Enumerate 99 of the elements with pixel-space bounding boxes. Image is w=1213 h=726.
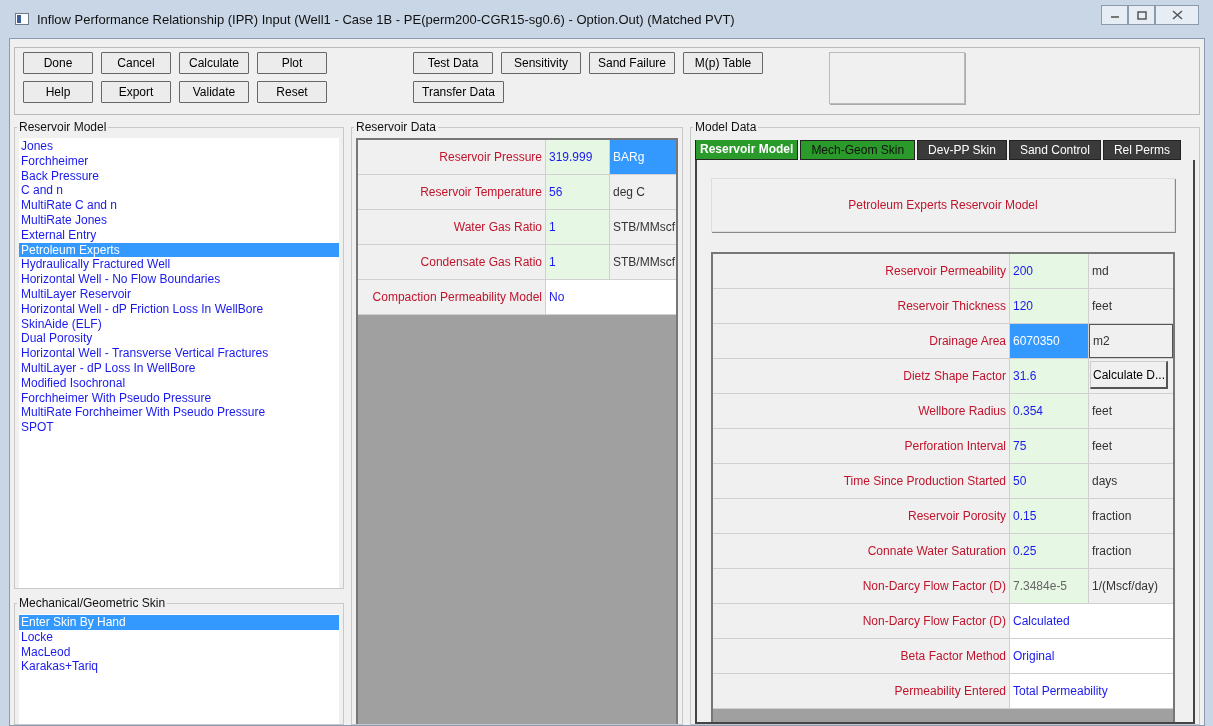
value-field[interactable]: 56 [546,175,610,209]
field-label: Reservoir Pressure [358,140,546,174]
close-icon [1171,10,1183,20]
field-label: Permeability Entered [713,674,1010,708]
list-item[interactable]: C and n [19,183,339,199]
field-label: Compaction Permeability Model [358,280,546,314]
close-button[interactable] [1155,5,1199,25]
unit-selector[interactable]: deg C [610,175,676,209]
list-item[interactable]: Forchheimer [19,153,339,169]
unit-selector[interactable]: fraction [1089,534,1173,568]
value-field[interactable]: 0.15 [1010,499,1089,533]
tab[interactable]: Dev-PP Skin [917,140,1007,160]
value-field[interactable]: 319.999 [546,140,610,174]
field-label: Beta Factor Method [713,639,1010,673]
list-item[interactable]: Locke [19,629,339,645]
calculate-button[interactable]: Calculate D... [1090,361,1168,389]
list-item[interactable]: SkinAide (ELF) [19,316,339,332]
list-item[interactable]: Back Pressure [19,168,339,184]
list-item[interactable]: MultiRate C and n [19,198,339,213]
field-label: Non-Darcy Flow Factor (D) [713,604,1010,638]
list-item[interactable]: SPOT [19,420,339,435]
unit-selector[interactable]: STB/MMscf [610,245,676,279]
list-item[interactable]: Jones [19,139,339,154]
list-item[interactable]: MacLeod [19,644,339,660]
toolbar-button[interactable]: Calculate [179,52,249,74]
toolbar-button[interactable]: Test Data [413,52,493,74]
field-label: Reservoir Temperature [358,175,546,209]
maximize-icon [1136,10,1147,20]
field-label: Time Since Production Started [713,464,1010,498]
tab[interactable]: Rel Perms [1102,140,1181,160]
toolbar-button[interactable]: Plot [257,52,327,74]
value-field[interactable]: 120 [1010,289,1089,323]
group-title: Reservoir Model [17,120,109,134]
toolbar-button[interactable]: Cancel [101,52,171,74]
field-label: Wellbore Radius [713,394,1010,428]
toolbar-button[interactable]: Help [23,81,93,103]
list-item[interactable]: Dual Porosity [19,331,339,347]
list-item[interactable]: MultiRate Jones [19,213,339,228]
unit-selector[interactable]: feet [1089,289,1173,323]
unit-selector[interactable]: feet [1089,429,1173,463]
list-item[interactable]: Karakas+Tariq [19,659,339,675]
field-label: Dietz Shape Factor [713,359,1010,393]
toolbar-button[interactable]: Reset [257,81,327,103]
field-label: Connate Water Saturation [713,534,1010,568]
toolbar-button[interactable]: Validate [179,81,249,103]
list-item[interactable]: Modified Isochronal [19,375,339,391]
unit-selector[interactable]: 1/(Mscf/day) [1089,569,1173,603]
value-field[interactable]: 1 [546,245,610,279]
group-title: Model Data [693,120,759,134]
model-heading: Petroleum Experts Reservoir Model [711,178,1175,232]
unit-selector[interactable]: feet [1089,394,1173,428]
field-label: Condensate Gas Ratio [358,245,546,279]
field-label: Perforation Interval [713,429,1010,463]
tab[interactable]: Reservoir Model [695,140,799,160]
value-field[interactable]: 200 [1010,254,1089,288]
value-field[interactable]: 1 [546,210,610,244]
toolbar-button[interactable]: Sand Failure [589,52,676,74]
value-field[interactable]: 50 [1010,464,1089,498]
list-item[interactable]: MultiLayer Reservoir [19,286,339,302]
list-item[interactable]: MultiRate Forchheimer With Pseudo Pressure [19,405,339,421]
list-item[interactable]: MultiLayer - dP Loss In WellBore [19,360,339,376]
window-title: Inflow Performance Relationship (IPR) Input (Well1 - Case 1B - PE(perm200-CGR15-sg0.6) - Option.Out) (Matched PVT) [37,11,736,27]
unit-selector[interactable]: fraction [1089,499,1173,533]
value-field[interactable]: 0.354 [1010,394,1089,428]
unit-selector[interactable]: md [1089,254,1173,288]
list-item[interactable]: External Entry [19,227,339,243]
toolbar-button[interactable]: Sensitivity [501,52,581,74]
field-label: Drainage Area [713,324,1010,358]
field-label: Reservoir Porosity [713,499,1010,533]
app-icon [15,13,29,25]
unit-selector[interactable]: STB/MMscf [610,210,676,244]
toolbar-button[interactable]: Done [23,52,93,74]
value-field[interactable]: 0.25 [1010,534,1089,568]
tab[interactable]: Mech-Geom Skin [800,140,916,160]
unit-selector[interactable]: m2 [1089,324,1173,358]
value-dropdown[interactable]: Calculated [1010,604,1173,638]
list-item[interactable]: Horizontal Well - No Flow Boundaries [19,272,339,287]
list-item[interactable]: Horizontal Well - dP Friction Loss In WellBore [19,301,339,317]
maximize-button[interactable] [1128,5,1155,25]
list-item[interactable]: Horizontal Well - Transverse Vertical Fractures [19,346,339,361]
toolbar-button[interactable]: M(p) Table [683,52,764,74]
group-title: Reservoir Data [354,120,439,134]
field-label: Reservoir Thickness [713,289,1010,323]
unit-selector[interactable]: days [1089,464,1173,498]
field-label: Non-Darcy Flow Factor (D) [713,569,1010,603]
toolbar-button[interactable]: Export [101,81,171,103]
field-label: Reservoir Permeability [713,254,1010,288]
value-field[interactable]: 31.6 [1010,359,1089,393]
tab[interactable]: Sand Control [1008,140,1101,160]
value-dropdown[interactable]: Total Permeability [1010,674,1173,708]
value-field[interactable]: 75 [1010,429,1089,463]
list-item[interactable]: Forchheimer With Pseudo Pressure [19,390,339,406]
minimize-button[interactable] [1101,5,1128,25]
field-label: Water Gas Ratio [358,210,546,244]
group-title: Mechanical/Geometric Skin [17,596,168,610]
list-item[interactable]: Hydraulically Fractured Well [19,257,339,273]
value-dropdown[interactable]: Original [1010,639,1173,673]
value-dropdown[interactable]: No [546,280,676,314]
toolbar-button[interactable]: Transfer Data [413,81,504,103]
